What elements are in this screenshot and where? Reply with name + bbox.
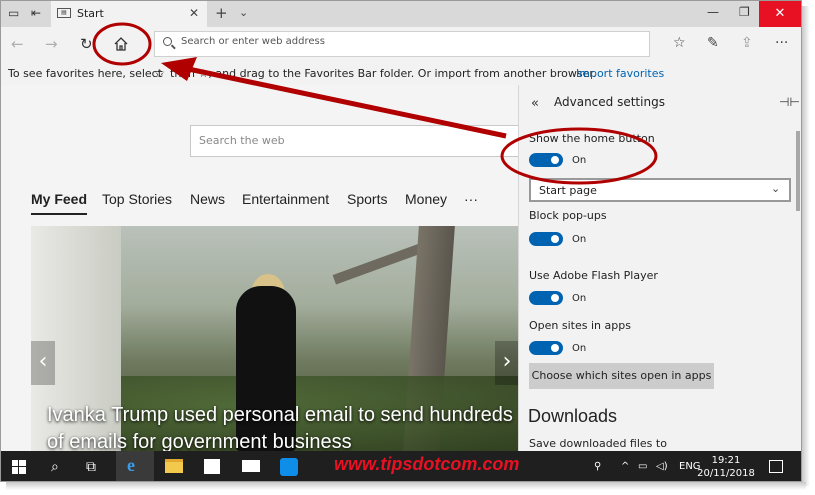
panel-scrollbar[interactable] (796, 131, 800, 211)
favorites-hint-text-2: then ☆, and drag to the Favorites Bar fo… (170, 67, 597, 80)
tabs-aside-icon[interactable]: ▭ (8, 6, 19, 20)
clock-date: 20/11/2018 (697, 468, 755, 479)
search-icon (163, 37, 172, 46)
tab-sports[interactable]: Sports (347, 191, 387, 207)
search-icon[interactable]: ⌕ (51, 459, 59, 475)
navigation-bar: ← → ↻ ☆ ✎ ⇪ ··· (1, 27, 801, 61)
web-note-pen-icon[interactable]: ✎ (707, 35, 719, 51)
flash-label: Use Adobe Flash Player (529, 269, 658, 282)
close-tab-icon[interactable]: ✕ (189, 6, 199, 20)
chevron-down-icon[interactable]: ⌄ (239, 6, 248, 19)
web-search-input[interactable] (199, 134, 499, 147)
windows-start-icon[interactable] (12, 460, 26, 474)
advanced-settings-panel: « Advanced settings ⊣⊢ Show the home but… (518, 85, 801, 451)
set-tabs-aside-icon[interactable]: ⇤ (31, 6, 41, 20)
block-popups-toggle[interactable] (529, 232, 563, 246)
chevron-down-icon: ⌄ (771, 182, 781, 195)
import-favorites-link[interactable]: Import favorites (576, 67, 664, 80)
tab-title: Start (77, 7, 104, 20)
close-window-button[interactable]: ✕ (759, 1, 801, 27)
browser-window: ▭ ⇤ ▤ Start ✕ + ⌄ — ❐ ✕ ← → ↻ ☆ ✎ ⇪ ··· (0, 0, 802, 482)
people-icon[interactable]: ⚲ (594, 461, 601, 472)
favorites-hint-text: To see favorites here, select (8, 67, 163, 80)
show-home-label: Show the home button (529, 132, 655, 145)
panel-title: Advanced settings (554, 95, 665, 109)
favorites-star-icon[interactable]: ☆ (673, 35, 686, 51)
restore-icon[interactable]: ❐ (739, 5, 750, 19)
downloads-heading: Downloads (528, 406, 618, 426)
tab-my-feed[interactable]: My Feed (31, 191, 87, 207)
tab-entertainment[interactable]: Entertainment (242, 191, 329, 207)
web-search-box[interactable] (190, 125, 520, 157)
address-bar[interactable] (154, 31, 650, 57)
home-button[interactable] (109, 33, 133, 55)
task-view-icon[interactable]: ⧉ (86, 459, 96, 475)
show-home-state: On (572, 155, 587, 166)
clock[interactable]: 19:21 20/11/2018 (696, 454, 756, 480)
chevron-up-icon[interactable]: ^ (621, 461, 629, 472)
share-icon[interactable]: ⇪ (741, 35, 753, 51)
store-icon[interactable] (204, 459, 220, 474)
back-arrow-icon[interactable]: ← (11, 35, 24, 53)
notifications-icon[interactable] (769, 460, 783, 473)
title-bar: ▭ ⇤ ▤ Start ✕ + ⌄ — ❐ ✕ (1, 1, 801, 27)
start-page-favicon-icon: ▤ (57, 8, 71, 18)
frame-shadow-right (802, 6, 810, 486)
teamviewer-icon[interactable] (280, 458, 298, 476)
hero-news-card[interactable]: ‹ › Ivanka Trump used personal email to … (31, 226, 519, 451)
tab-news[interactable]: News (190, 191, 225, 207)
new-tab-icon[interactable]: + (215, 4, 228, 22)
home-icon (114, 37, 128, 51)
mail-icon[interactable] (242, 460, 260, 472)
downloads-label: Save downloaded files to (529, 437, 667, 450)
more-options-icon[interactable]: ··· (775, 35, 788, 51)
open-in-apps-label: Open sites in apps (529, 319, 631, 332)
carousel-next-button[interactable]: › (495, 341, 519, 385)
refresh-icon[interactable]: ↻ (80, 35, 93, 53)
home-page-select[interactable]: Start page ⌄ (529, 178, 791, 202)
choose-sites-button[interactable]: Choose which sites open in apps (529, 363, 714, 389)
hero-headline[interactable]: Ivanka Trump used personal email to send… (47, 402, 517, 451)
edge-icon: e (127, 455, 135, 475)
open-in-apps-toggle[interactable] (529, 341, 563, 355)
network-icon[interactable]: ▭ (638, 461, 647, 472)
back-chevron-icon[interactable]: « (531, 96, 539, 111)
block-popups-state: On (572, 234, 587, 245)
edge-taskbar-button[interactable]: e (116, 451, 154, 481)
open-in-apps-state: On (572, 343, 587, 354)
tab-top-stories[interactable]: Top Stories (102, 191, 172, 207)
favorites-bar: To see favorites here, select ✩ then ☆, … (1, 61, 801, 85)
windows-taskbar: ⌕ ⧉ e www.tipsdotcom.com ⚲ ^ ▭ ◁) ENG 19… (1, 451, 801, 481)
address-input[interactable] (181, 36, 581, 47)
volume-icon[interactable]: ◁) (656, 461, 668, 472)
flash-toggle[interactable] (529, 291, 563, 305)
file-explorer-icon[interactable] (165, 459, 183, 473)
tab-start[interactable]: ▤ Start ✕ (51, 1, 207, 27)
active-tab-underline (31, 213, 87, 215)
frame-shadow-bottom (6, 482, 806, 490)
flash-state: On (572, 293, 587, 304)
show-home-toggle[interactable] (529, 153, 563, 167)
forward-arrow-icon[interactable]: → (45, 35, 58, 53)
carousel-prev-button[interactable]: ‹ (31, 341, 55, 385)
tab-more[interactable]: ··· (464, 191, 478, 207)
tab-money[interactable]: Money (405, 191, 447, 207)
clock-time: 19:21 (711, 455, 741, 466)
home-page-value: Start page (539, 184, 597, 197)
watermark-text: www.tipsdotcom.com (334, 454, 520, 474)
minimize-icon[interactable]: — (707, 5, 719, 19)
favorites-star-list-icon: ✩ (155, 67, 165, 80)
pin-icon[interactable]: ⊣⊢ (779, 95, 800, 109)
block-popups-label: Block pop-ups (529, 209, 607, 222)
